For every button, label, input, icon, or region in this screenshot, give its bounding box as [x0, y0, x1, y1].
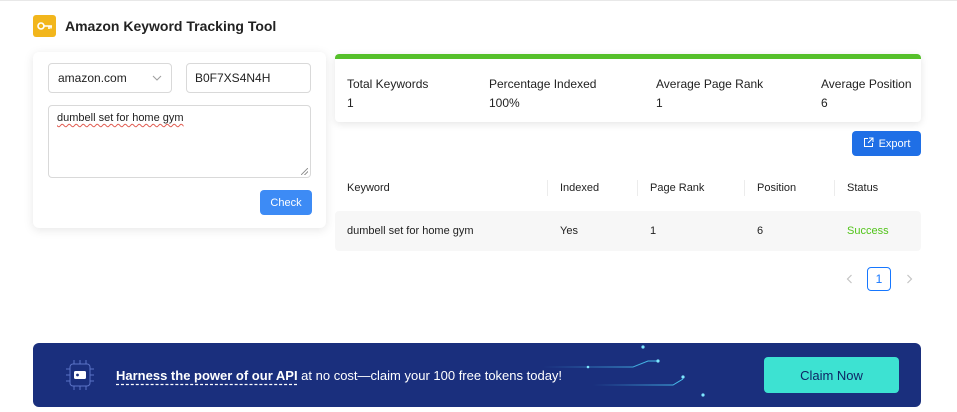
stat-label: Total Keywords: [347, 77, 429, 91]
stat-average-position: Average Position 6: [821, 77, 912, 110]
banner-message: Harness the power of our API at no cost—…: [116, 368, 562, 383]
chevron-left-icon[interactable]: [839, 267, 859, 291]
column-header-position: Position: [757, 182, 797, 194]
stat-average-page-rank: Average Page Rank 1: [656, 77, 763, 110]
progress-bar: [335, 54, 921, 59]
claim-now-button[interactable]: Claim Now: [764, 357, 899, 393]
stat-value: 100%: [489, 96, 520, 110]
column-divider: [834, 180, 835, 196]
stat-label: Average Page Rank: [656, 77, 764, 91]
stat-value: 1: [656, 96, 663, 110]
cell-page-rank: 1: [650, 225, 657, 237]
stats-card: Total Keywords 1 Percentage Indexed 100%…: [335, 54, 921, 122]
cell-status: Success: [847, 225, 889, 237]
search-form-card: amazon.com B0F7XS4N4H dumbell set for ho…: [33, 52, 326, 228]
pagination-page-current[interactable]: 1: [867, 267, 891, 291]
stat-value: 6: [821, 96, 828, 110]
key-icon: [33, 15, 56, 37]
keywords-value: dumbell set for home gym: [57, 112, 184, 124]
table-header: Keyword Indexed Page Rank Position Statu…: [335, 170, 921, 206]
keywords-textarea[interactable]: dumbell set for home gym: [48, 105, 311, 178]
stat-label: Percentage Indexed: [489, 77, 597, 91]
banner-subtext: at no cost—claim your 100 free tokens to…: [297, 368, 563, 383]
column-divider: [547, 180, 548, 196]
check-button[interactable]: Check: [260, 190, 312, 215]
export-label: Export: [878, 137, 911, 150]
top-divider: [0, 0, 957, 1]
api-promo-banner[interactable]: Harness the power of our API at no cost—…: [33, 343, 921, 407]
column-header-status: Status: [847, 182, 879, 194]
export-icon: [863, 137, 874, 151]
resize-handle[interactable]: [301, 168, 308, 175]
stat-percentage-indexed: Percentage Indexed 100%: [489, 77, 596, 110]
cell-indexed: Yes: [560, 225, 578, 237]
chevron-down-icon: [152, 73, 162, 84]
stat-label: Average Position: [821, 77, 912, 91]
api-chip-icon: [64, 357, 96, 393]
column-header-page-rank: Page Rank: [650, 182, 705, 194]
column-header-indexed: Indexed: [560, 182, 600, 194]
column-divider: [637, 180, 638, 196]
app-header: Amazon Keyword Tracking Tool: [33, 14, 276, 38]
column-divider: [744, 180, 745, 196]
marketplace-select[interactable]: amazon.com: [48, 63, 172, 93]
marketplace-value: amazon.com: [58, 71, 127, 85]
cell-keyword: dumbell set for home gym: [347, 225, 474, 237]
banner-headline[interactable]: Harness the power of our API: [116, 368, 298, 383]
column-header-keyword: Keyword: [347, 182, 390, 194]
cell-position: 6: [757, 225, 764, 237]
app-title: Amazon Keyword Tracking Tool: [65, 18, 277, 34]
asin-input[interactable]: B0F7XS4N4H: [186, 63, 311, 93]
chevron-right-icon[interactable]: [899, 267, 919, 291]
export-button[interactable]: Export: [852, 131, 921, 156]
asin-value: B0F7XS4N4H: [195, 71, 271, 85]
stat-total-keywords: Total Keywords 1: [347, 77, 428, 110]
table-row[interactable]: dumbell set for home gym Yes 1 6 Success: [335, 211, 921, 251]
stat-value: 1: [347, 96, 354, 110]
